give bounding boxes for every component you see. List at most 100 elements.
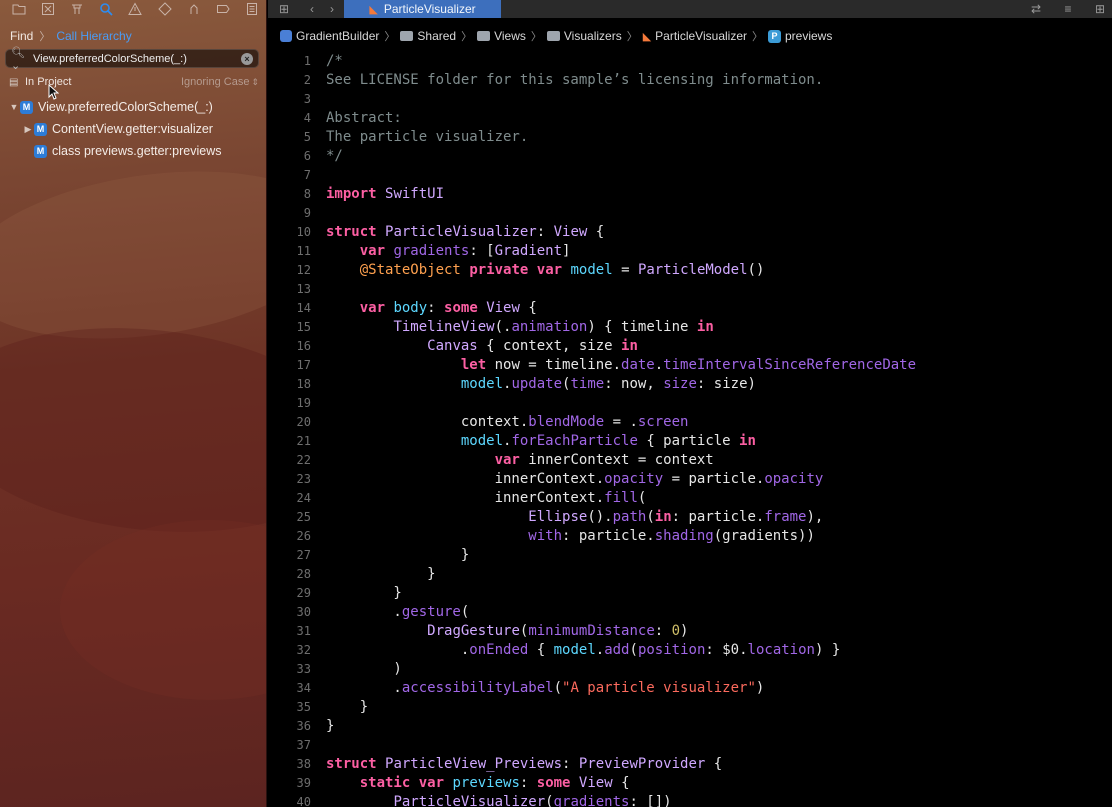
folder-icon bbox=[546, 31, 560, 41]
line-number: 5 bbox=[303, 130, 311, 144]
code-line[interactable]: 26 with: particle.shading(gradients)) bbox=[268, 527, 1112, 546]
find-icon[interactable] bbox=[92, 0, 121, 18]
code-line[interactable]: 9 bbox=[268, 204, 1112, 223]
code-line[interactable]: 25 Ellipse().path(in: particle.frame), bbox=[268, 508, 1112, 527]
code-text: } bbox=[326, 585, 402, 601]
code-line[interactable]: 24 innerContext.fill( bbox=[268, 489, 1112, 508]
code-line[interactable]: 35 } bbox=[268, 698, 1112, 717]
code-line[interactable]: 1 /* bbox=[268, 52, 1112, 71]
code-line[interactable]: 19 bbox=[268, 394, 1112, 413]
code-line[interactable]: 20 context.blendMode = .screen bbox=[268, 413, 1112, 432]
editor-options-icon[interactable]: ≡ bbox=[1058, 0, 1078, 18]
code-line[interactable]: 11 var gradients: [Gradient] bbox=[268, 242, 1112, 261]
tree-row[interactable]: ▼ M View.preferredColorScheme(_:) bbox=[0, 96, 266, 118]
symbol-icon[interactable] bbox=[62, 0, 91, 18]
code-line[interactable]: 40 ParticleVisualizer(gradients: []) bbox=[268, 793, 1112, 807]
search-input[interactable] bbox=[33, 52, 241, 65]
code-line[interactable]: 37 bbox=[268, 736, 1112, 755]
chevron-right-icon: 〉 bbox=[39, 31, 51, 43]
line-number: 9 bbox=[303, 206, 311, 220]
breadcrumb-folder[interactable]: Shared bbox=[400, 29, 456, 43]
source-control-icon[interactable] bbox=[33, 0, 62, 18]
line-number: 30 bbox=[296, 605, 311, 619]
code-line[interactable]: 8 import SwiftUI bbox=[268, 185, 1112, 204]
code-line[interactable]: 29 } bbox=[268, 584, 1112, 603]
code-line[interactable]: 36} bbox=[268, 717, 1112, 736]
code-line[interactable]: 22 var innerContext = context bbox=[268, 451, 1112, 470]
source-editor[interactable]: 1 /* 2 See LICENSE folder for this sample’s… bbox=[268, 52, 1112, 807]
code-line[interactable]: 5 The particle visualizer. bbox=[268, 128, 1112, 147]
issue-icon[interactable] bbox=[121, 0, 150, 18]
navigator-toolbar bbox=[0, 0, 266, 18]
updown-icon[interactable]: ⇕ bbox=[251, 77, 259, 88]
code-line[interactable]: 28 } bbox=[268, 565, 1112, 584]
code-line[interactable]: 2 See LICENSE folder for this sample’s li… bbox=[268, 71, 1112, 90]
tree-row-label: View.preferredColorScheme(_:) bbox=[38, 100, 213, 114]
breadcrumb-label: GradientBuilder bbox=[296, 29, 380, 43]
find-mode-selector[interactable]: Call Hierarchy bbox=[56, 29, 131, 43]
line-number: 11 bbox=[296, 244, 311, 258]
swift-file-icon: ◣ bbox=[369, 3, 378, 16]
find-label[interactable]: Find bbox=[10, 29, 33, 43]
line-number: 29 bbox=[296, 586, 311, 600]
tree-row[interactable]: M class previews.getter:previews bbox=[0, 140, 266, 162]
code-line[interactable]: 38 struct ParticleView_Previews: PreviewP… bbox=[268, 755, 1112, 774]
forward-icon[interactable]: › bbox=[322, 0, 342, 18]
breadcrumb-symbol[interactable]: P previews bbox=[768, 29, 832, 43]
chevron-right-icon[interactable]: ▶ bbox=[22, 124, 34, 135]
call-hierarchy-tree: ▼ M View.preferredColorScheme(_:) ▶ M Co… bbox=[0, 96, 266, 162]
code-line[interactable]: 14 var body: some View { bbox=[268, 299, 1112, 318]
case-sensitivity-selector[interactable]: Ignoring Case bbox=[181, 76, 250, 88]
code-line[interactable]: 31 DragGesture(minimumDistance: 0) bbox=[268, 622, 1112, 641]
code-line[interactable]: 21 model.forEachParticle { particle in bbox=[268, 432, 1112, 451]
back-icon[interactable]: ‹ bbox=[302, 0, 322, 18]
breadcrumb-file[interactable]: ◣ ParticleVisualizer bbox=[643, 29, 747, 43]
code-line[interactable]: 34 .accessibilityLabel("A particle visua… bbox=[268, 679, 1112, 698]
code-line[interactable]: 3 bbox=[268, 90, 1112, 109]
line-number: 24 bbox=[296, 491, 311, 505]
breadcrumb-folder[interactable]: Visualizers bbox=[546, 29, 622, 43]
code-line[interactable]: 27 } bbox=[268, 546, 1112, 565]
editor-tab-bar: ⊞ ‹ › ◣ ParticleVisualizer ⇄ ≡ ⊞ bbox=[268, 0, 1112, 18]
breakpoint-icon[interactable] bbox=[209, 0, 238, 18]
wallpaper-shape bbox=[60, 520, 266, 700]
debug-icon[interactable] bbox=[179, 0, 208, 18]
project-icon bbox=[280, 30, 292, 42]
code-line[interactable]: 17 let now = timeline.date.timeIntervalS… bbox=[268, 356, 1112, 375]
line-number: 36 bbox=[296, 719, 311, 733]
code-line[interactable]: 30 .gesture( bbox=[268, 603, 1112, 622]
chevron-down-icon[interactable]: ▼ bbox=[8, 102, 20, 112]
search-field[interactable]: 🔍︎⌄ × bbox=[5, 47, 259, 72]
breadcrumb-folder[interactable]: Views bbox=[477, 29, 526, 43]
line-number: 21 bbox=[296, 434, 311, 448]
clear-search-icon[interactable]: × bbox=[241, 52, 253, 65]
tree-row[interactable]: ▶ M ContentView.getter:visualizer bbox=[0, 118, 266, 140]
test-icon[interactable] bbox=[150, 0, 179, 18]
code-line[interactable]: 10 struct ParticleVisualizer: View { bbox=[268, 223, 1112, 242]
related-items-icon[interactable]: ⇄ bbox=[1026, 0, 1046, 18]
add-editor-icon[interactable]: ⊞ bbox=[1090, 0, 1110, 18]
code-text: static var previews: some View { bbox=[359, 775, 630, 791]
code-line[interactable]: 15 TimelineView(.animation) { timeline i… bbox=[268, 318, 1112, 337]
code-line[interactable]: 33 ) bbox=[268, 660, 1112, 679]
code-line[interactable]: 39 static var previews: some View { bbox=[268, 774, 1112, 793]
search-icon[interactable]: 🔍︎⌄ bbox=[11, 46, 33, 72]
code-line[interactable]: 16 Canvas { context, size in bbox=[268, 337, 1112, 356]
grid-icon[interactable]: ⊞ bbox=[274, 0, 294, 18]
code-line[interactable]: 32 .onEnded { model.add(position: $0.loc… bbox=[268, 641, 1112, 660]
tab-particle-visualizer[interactable]: ◣ ParticleVisualizer bbox=[344, 0, 501, 18]
breadcrumb-project[interactable]: GradientBuilder bbox=[280, 29, 379, 43]
find-mode-breadcrumb: Find 〉 Call Hierarchy bbox=[10, 28, 132, 44]
report-icon[interactable] bbox=[238, 0, 266, 18]
code-line[interactable]: 12 @StateObject private var model = Part… bbox=[268, 261, 1112, 280]
line-number: 28 bbox=[296, 567, 311, 581]
code-text: model.update(time: now, size: size) bbox=[460, 376, 756, 392]
code-line[interactable]: 23 innerContext.opacity = particle.opaci… bbox=[268, 470, 1112, 489]
code-line[interactable]: 4 Abstract: bbox=[268, 109, 1112, 128]
folder-icon[interactable] bbox=[4, 0, 33, 18]
code-line[interactable]: 6 */ bbox=[268, 147, 1112, 166]
code-line[interactable]: 7 bbox=[268, 166, 1112, 185]
code-line[interactable]: 18 model.update(time: now, size: size) bbox=[268, 375, 1112, 394]
line-number: 23 bbox=[296, 472, 311, 486]
code-line[interactable]: 13 bbox=[268, 280, 1112, 299]
